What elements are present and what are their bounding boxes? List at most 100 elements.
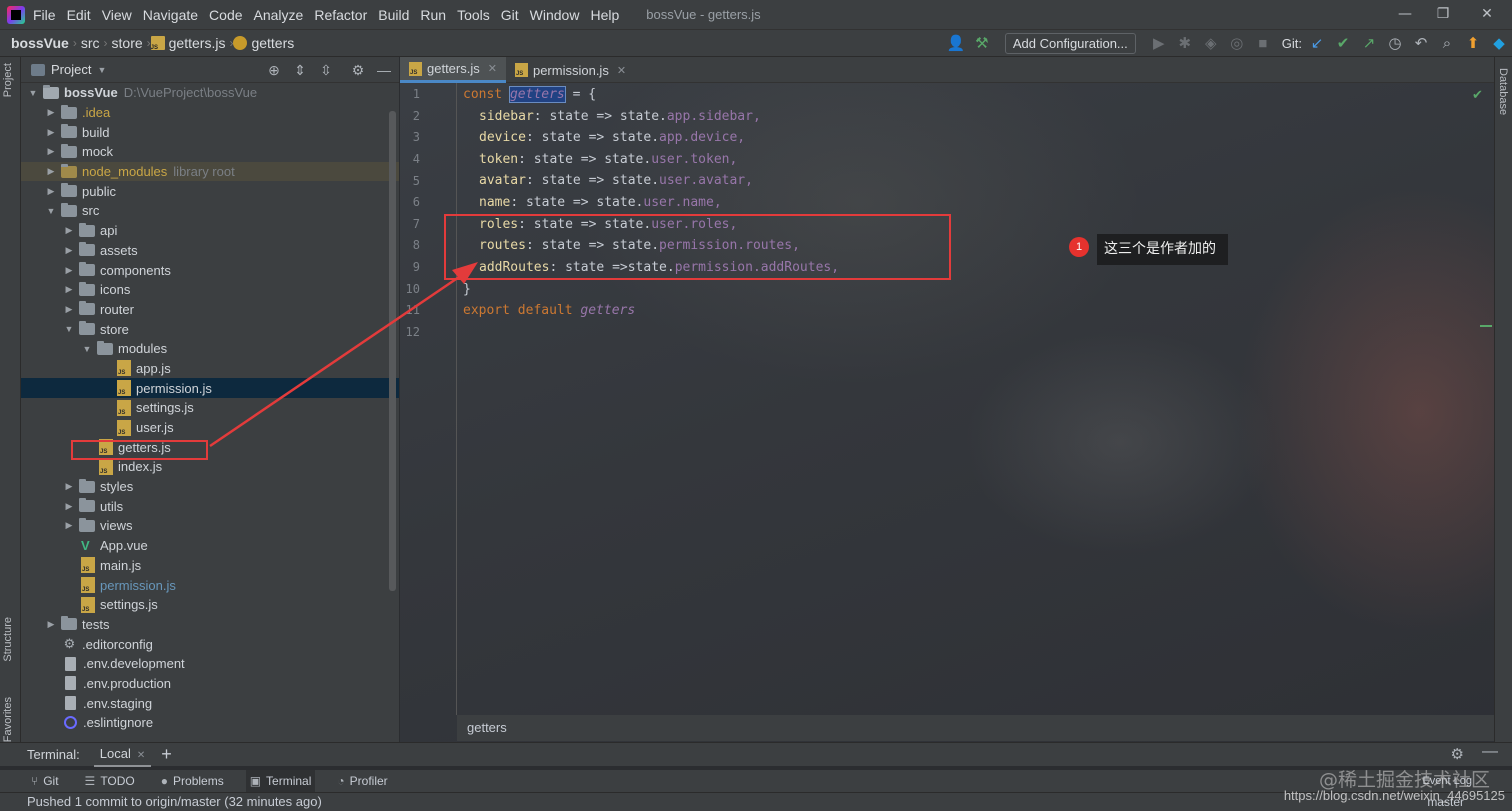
structure-tool-tab[interactable]: Structure [2, 617, 14, 662]
hide-panel-icon[interactable]: — [373, 60, 395, 80]
tree-item-main-js[interactable]: main.js [21, 556, 399, 576]
menu-help[interactable]: Help [590, 7, 619, 23]
breadcrumb-project[interactable]: bossVue [11, 35, 69, 51]
tree-item-modules-permission-js[interactable]: permission.js [21, 378, 399, 398]
menu-edit[interactable]: Edit [67, 7, 91, 23]
debug-icon[interactable]: ✱ [1174, 33, 1196, 55]
chevron-right-icon[interactable]: ▶ [45, 619, 57, 630]
tree-item-modules[interactable]: ▼ modules [21, 339, 399, 359]
hide-panel-icon[interactable]: — [1482, 743, 1498, 761]
chevron-right-icon[interactable]: ▶ [63, 501, 75, 512]
tree-item-build[interactable]: ▶ build [21, 122, 399, 142]
chevron-right-icon[interactable]: ▶ [63, 245, 75, 256]
tree-item-eslintignore[interactable]: .eslintignore [21, 713, 399, 733]
tree-item-icons[interactable]: ▶ icons [21, 280, 399, 300]
breadcrumb-getters-file[interactable]: getters.js [169, 35, 226, 51]
close-window-icon[interactable]: ✕ [1474, 4, 1500, 24]
add-configuration-button[interactable]: Add Configuration... [1004, 33, 1136, 54]
tab-permission-js[interactable]: permission.js ✕ [506, 57, 635, 83]
expand-all-icon[interactable]: ⇕ [289, 60, 311, 80]
tree-item-env-development[interactable]: .env.development [21, 654, 399, 674]
chevron-right-icon[interactable]: ▶ [63, 225, 75, 236]
tree-item-node-modules[interactable]: ▶ node_modules library root [21, 161, 399, 182]
tree-item-api[interactable]: ▶ api [21, 221, 399, 241]
tab-terminal-local[interactable]: Local ✕ [93, 743, 152, 767]
tree-item-assets[interactable]: ▶ assets [21, 241, 399, 261]
toolwindow-problems[interactable]: ● Problems [157, 770, 228, 792]
menu-refactor[interactable]: Refactor [314, 7, 367, 23]
chevron-down-icon[interactable]: ▼ [97, 65, 106, 75]
tree-item-views[interactable]: ▶ views [21, 516, 399, 536]
tree-item-user-js[interactable]: user.js [21, 418, 399, 438]
updates-icon[interactable]: ⬆ [1462, 33, 1484, 55]
menu-code[interactable]: Code [209, 7, 242, 23]
editor-breadcrumb[interactable]: getters [457, 715, 1494, 741]
add-terminal-button[interactable]: + [161, 744, 172, 765]
tree-scrollbar[interactable] [389, 111, 396, 591]
chevron-down-icon[interactable]: ▼ [45, 206, 57, 216]
tree-item-src[interactable]: ▼ src [21, 201, 399, 221]
menu-file[interactable]: File [33, 7, 56, 23]
tree-item-permission-js[interactable]: permission.js [21, 575, 399, 595]
rollback-icon[interactable]: ↶ [1410, 33, 1432, 55]
toolwindow-todo[interactable]: ☰ TODO [81, 770, 139, 792]
run-icon[interactable]: ▶ [1148, 33, 1170, 55]
history-icon[interactable]: ◷ [1384, 33, 1406, 55]
git-update-icon[interactable]: ↙ [1306, 33, 1328, 55]
git-commit-icon[interactable]: ✔ [1332, 33, 1354, 55]
tree-item-styles[interactable]: ▶ styles [21, 477, 399, 497]
build-hammer-icon[interactable]: ⚒ [971, 33, 993, 55]
chevron-right-icon[interactable]: ▶ [45, 166, 57, 177]
gear-icon[interactable]: ⚙ [1451, 745, 1464, 763]
tree-item-utils[interactable]: ▶ utils [21, 496, 399, 516]
coverage-icon[interactable]: ◈ [1200, 33, 1222, 55]
stop-icon[interactable]: ■ [1252, 33, 1274, 55]
breadcrumb-getters-symbol[interactable]: getters [251, 35, 294, 51]
profile-icon[interactable]: ◎ [1226, 33, 1248, 55]
project-tool-tab[interactable]: Project [2, 63, 14, 97]
tree-item-store[interactable]: ▼ store [21, 319, 399, 339]
menu-build[interactable]: Build [378, 7, 409, 23]
menu-view[interactable]: View [102, 7, 132, 23]
toolwindow-terminal[interactable]: ▣ Terminal [245, 770, 316, 792]
project-panel-title[interactable]: Project [51, 62, 91, 77]
menu-navigate[interactable]: Navigate [143, 7, 198, 23]
menu-run[interactable]: Run [420, 7, 446, 23]
search-icon[interactable]: ⌕ [1436, 33, 1458, 55]
tab-getters-js[interactable]: getters.js ✕ [400, 57, 506, 83]
close-icon[interactable]: ✕ [137, 750, 145, 761]
menu-tools[interactable]: Tools [457, 7, 490, 23]
chevron-right-icon[interactable]: ▶ [63, 304, 75, 315]
inspection-ok-icon[interactable]: ✔ [1472, 88, 1483, 103]
code-editor[interactable]: const getters = { sidebar: state => stat… [463, 83, 1463, 715]
chevron-right-icon[interactable]: ▶ [45, 146, 57, 157]
tree-item-root[interactable]: ▼ bossVue D:\VueProject\bossVue [21, 83, 399, 103]
close-icon[interactable]: ✕ [617, 64, 626, 77]
restore-window-icon[interactable]: ❐ [1430, 4, 1456, 24]
tree-item-mock[interactable]: ▶ mock [21, 142, 399, 162]
chevron-right-icon[interactable]: ▶ [63, 520, 75, 531]
toolbox-icon[interactable]: ◆ [1488, 33, 1510, 55]
chevron-right-icon[interactable]: ▶ [45, 127, 57, 138]
close-icon[interactable]: ✕ [488, 62, 497, 75]
tree-item-app-vue[interactable]: V App.vue [21, 536, 399, 556]
chevron-right-icon[interactable]: ▶ [45, 107, 57, 118]
tree-item-settings-js[interactable]: settings.js [21, 595, 399, 615]
tree-item-components[interactable]: ▶ components [21, 260, 399, 280]
menu-git[interactable]: Git [501, 7, 519, 23]
tree-item-index-js[interactable]: index.js [21, 457, 399, 477]
status-message[interactable]: Pushed 1 commit to origin/master (32 min… [27, 793, 322, 811]
chevron-right-icon[interactable]: ▶ [63, 481, 75, 492]
collapse-all-icon[interactable]: ⇳ [315, 60, 337, 80]
user-icon[interactable]: 👤 [945, 33, 967, 55]
tree-item-modules-settings-js[interactable]: settings.js [21, 398, 399, 418]
chevron-right-icon[interactable]: ▶ [63, 284, 75, 295]
tree-item-router[interactable]: ▶ router [21, 300, 399, 320]
git-push-icon[interactable]: ↗ [1358, 33, 1380, 55]
favorites-tool-tab[interactable]: Favorites [2, 697, 14, 742]
chevron-right-icon[interactable]: ▶ [63, 265, 75, 276]
menu-window[interactable]: Window [530, 7, 580, 23]
menu-analyze[interactable]: Analyze [254, 7, 304, 23]
chevron-down-icon[interactable]: ▼ [81, 344, 93, 354]
toolwindow-profiler[interactable]: ◔ Profiler [333, 770, 391, 792]
